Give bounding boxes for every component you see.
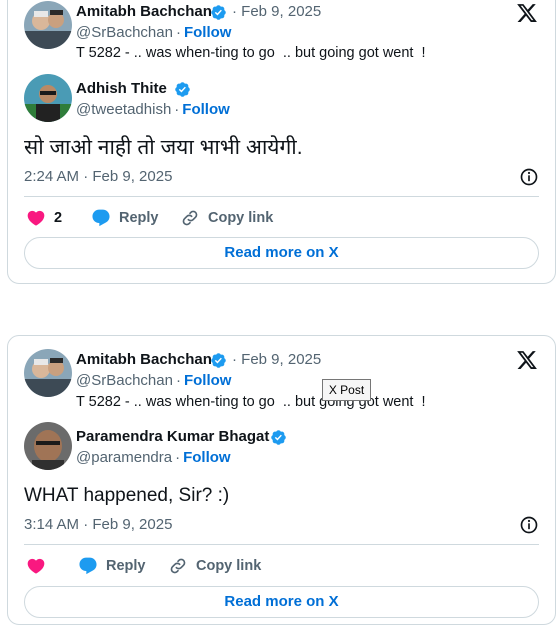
reply-button[interactable]: Reply xyxy=(91,208,159,228)
reply-handle-line: @tweetadhish · Follow xyxy=(76,101,230,118)
quoted-handle-line: @SrBachchan · Follow xyxy=(76,24,232,41)
x-logo-icon[interactable] xyxy=(516,349,538,371)
tweet-body-text: WHAT happened, Sir? :) xyxy=(24,485,230,506)
like-button[interactable] xyxy=(26,556,54,576)
copy-link-button[interactable]: Copy link xyxy=(168,556,261,576)
reply-author-name[interactable]: Paramendra Kumar Bhagat xyxy=(76,428,269,445)
x-post-tooltip: X Post xyxy=(322,379,371,401)
tweet-body-text: सो जाओ नाही तो जया भाभी आयेगी. xyxy=(24,136,303,159)
like-button[interactable]: 2 xyxy=(26,208,62,228)
verified-badge-icon xyxy=(175,82,190,97)
reply-author-name[interactable]: Adhish Thite xyxy=(76,80,167,97)
quoted-date[interactable]: · Feb 9, 2025 xyxy=(232,351,321,368)
quoted-author-name[interactable]: Amitabh Bachchan xyxy=(76,351,212,368)
tweet-timestamp[interactable]: 3:14 AM · Feb 9, 2025 xyxy=(24,516,172,533)
quoted-tweet-text: T 5282 - .. was when-ting to go .. but g… xyxy=(76,45,426,61)
copy-link-label: Copy link xyxy=(208,210,274,226)
paramendra-avatar[interactable] xyxy=(24,422,72,470)
read-more-button[interactable]: Read more on X xyxy=(24,586,539,618)
reply-button[interactable]: Reply xyxy=(78,556,146,576)
quoted-handle-line: @SrBachchan · Follow xyxy=(76,372,232,389)
verified-badge-icon xyxy=(271,430,286,445)
info-icon[interactable] xyxy=(519,515,539,535)
reply-label: Reply xyxy=(119,210,159,226)
tweet-timestamp[interactable]: 2:24 AM · Feb 9, 2025 xyxy=(24,168,172,185)
follow-button[interactable]: Follow xyxy=(184,24,232,41)
quoted-author-name[interactable]: Amitabh Bachchan xyxy=(76,3,212,20)
tweet-embed-card-1: Amitabh Bachchan · Feb 9, 2025 @SrBachch… xyxy=(7,0,556,284)
reply-bubble-icon xyxy=(79,557,97,575)
follow-button[interactable]: Follow xyxy=(184,372,232,389)
read-more-button[interactable]: Read more on X xyxy=(24,237,539,269)
link-icon xyxy=(182,210,198,226)
reply-label: Reply xyxy=(106,558,146,574)
quoted-tweet-text: T 5282 - .. was when-ting to go .. but g… xyxy=(76,394,426,410)
quoted-date[interactable]: · Feb 9, 2025 xyxy=(232,3,321,20)
quoted-handle[interactable]: @SrBachchan xyxy=(76,372,173,389)
follow-button[interactable]: Follow xyxy=(182,101,230,118)
copy-link-label: Copy link xyxy=(196,558,262,574)
tweet-embed-card-2: Amitabh Bachchan · Feb 9, 2025 @SrBachch… xyxy=(7,335,556,625)
info-icon[interactable] xyxy=(519,167,539,187)
reply-handle[interactable]: @tweetadhish xyxy=(76,101,171,118)
quoted-handle[interactable]: @SrBachchan xyxy=(76,24,173,41)
link-icon xyxy=(170,558,186,574)
reply-bubble-icon xyxy=(92,209,110,227)
divider xyxy=(24,544,539,545)
verified-badge-icon xyxy=(211,5,226,20)
like-count: 2 xyxy=(54,210,63,226)
reply-handle-line: @paramendra · Follow xyxy=(76,449,231,466)
reply-handle[interactable]: @paramendra xyxy=(76,449,172,466)
adhish-avatar[interactable] xyxy=(24,74,72,122)
copy-link-button[interactable]: Copy link xyxy=(180,208,273,228)
follow-button[interactable]: Follow xyxy=(183,449,231,466)
heart-icon xyxy=(27,558,45,574)
x-logo-icon[interactable] xyxy=(516,2,538,24)
amitabh-avatar[interactable] xyxy=(24,349,72,397)
amitabh-avatar[interactable] xyxy=(24,1,72,49)
heart-icon xyxy=(27,210,45,226)
verified-badge-icon xyxy=(211,353,226,368)
divider xyxy=(24,196,539,197)
